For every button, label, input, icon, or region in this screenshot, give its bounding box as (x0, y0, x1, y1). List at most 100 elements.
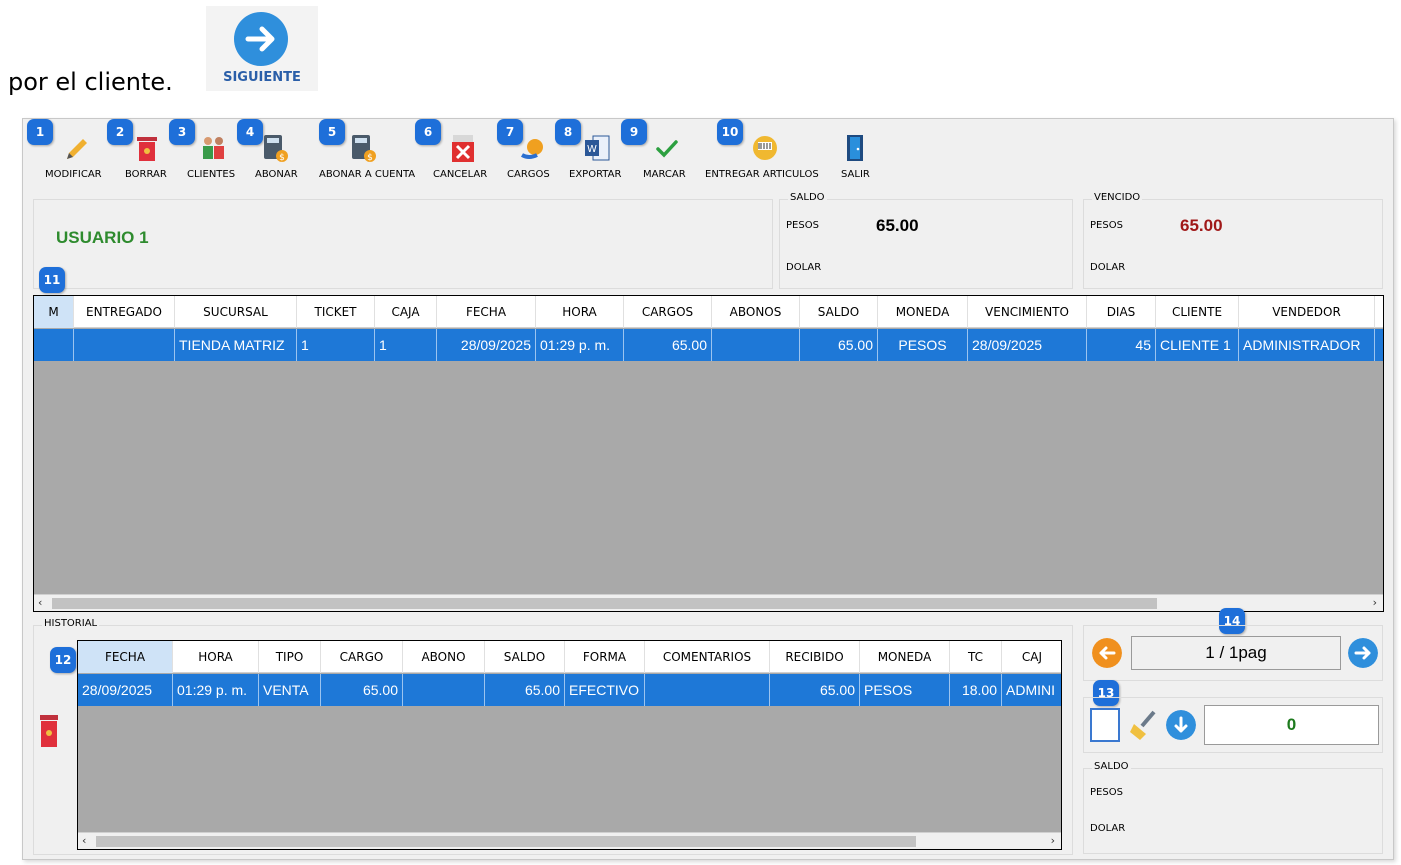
arrow-down-icon[interactable] (1166, 710, 1196, 740)
scroll-right-icon[interactable]: › (1373, 596, 1377, 609)
col-dias[interactable]: DIAS (1087, 296, 1156, 328)
cell-entregado[interactable] (74, 329, 175, 361)
col-saldo[interactable]: SALDO (485, 641, 565, 673)
pencil-icon (67, 139, 87, 159)
cancelar-label: CANCELAR (433, 169, 488, 180)
col-abonos[interactable]: ABONOS (712, 296, 800, 328)
cell-sucursal[interactable]: TIENDA MATRIZ (175, 329, 297, 361)
cell-ticket[interactable]: 1 (297, 329, 375, 361)
saldo-pesos-value: 65.00 (876, 216, 919, 235)
cell-cliente[interactable]: CLIENTE 1 (1156, 329, 1239, 361)
marking-panel: 0 (1083, 697, 1383, 753)
col-saldo[interactable]: SALDO (800, 296, 878, 328)
cell-abonos[interactable] (712, 329, 800, 361)
col-forma[interactable]: FORMA (565, 641, 645, 673)
col-moneda[interactable]: MONEDA (860, 641, 950, 673)
cell-fecha[interactable]: 28/09/2025 (78, 674, 173, 706)
col-hora[interactable]: HORA (536, 296, 624, 328)
delete-history-icon[interactable] (39, 715, 59, 749)
arrow-left-icon[interactable] (1092, 638, 1122, 668)
scroll-thumb[interactable] (52, 598, 1157, 609)
badge-4: 4 (237, 119, 263, 145)
scroll-left-icon[interactable]: ‹ (38, 596, 42, 609)
col-moneda[interactable]: MONEDA (878, 296, 968, 328)
cell-saldo[interactable]: 65.00 (800, 329, 878, 361)
siguiente-button[interactable]: SIGUIENTE (206, 6, 318, 91)
arrow-right-icon[interactable] (1348, 638, 1378, 668)
historial-horizontal-scrollbar[interactable]: ‹ › (78, 832, 1061, 849)
abonar-a-cuenta-label: ABONAR A CUENTA (319, 169, 416, 180)
clientes-button[interactable]: 3 CLIENTES (169, 119, 243, 185)
borrar-button[interactable]: 2 BORRAR (107, 119, 171, 185)
abonar-button[interactable]: 4 $ ABONAR (237, 119, 306, 185)
user-name: USUARIO 1 (56, 228, 149, 247)
badge-9: 9 (621, 119, 647, 145)
abonar-a-cuenta-button[interactable]: 5 $ ABONAR A CUENTA (319, 119, 419, 185)
cargos-button[interactable]: 7 CARGOS (497, 119, 560, 185)
col-m[interactable]: M (34, 296, 74, 328)
entregar-articulos-label: ENTREGAR ARTICULOS (705, 169, 819, 180)
col-abono[interactable]: ABONO (403, 641, 485, 673)
cell-moneda[interactable]: PESOS (860, 674, 950, 706)
col-cargos[interactable]: CARGOS (624, 296, 712, 328)
cell-hora[interactable]: 01:29 p. m. (173, 674, 259, 706)
modificar-button[interactable]: 1 MODIFICAR (27, 119, 111, 185)
col-caj[interactable]: CAJ (1002, 641, 1061, 673)
accounts-grid[interactable]: M ENTREGADO SUCURSAL TICKET CAJA FECHA H… (33, 295, 1384, 612)
col-vencimiento[interactable]: VENCIMIENTO (968, 296, 1087, 328)
cell-caja[interactable]: 1 (375, 329, 437, 361)
cell-comentarios[interactable] (645, 674, 770, 706)
accounts-horizontal-scrollbar[interactable]: ‹ › (34, 594, 1383, 611)
col-sucursal[interactable]: SUCURSAL (175, 296, 297, 328)
cell-fecha[interactable]: 28/09/2025 (437, 329, 536, 361)
cell-recibido[interactable]: 65.00 (770, 674, 860, 706)
col-hora[interactable]: HORA (173, 641, 259, 673)
scroll-right-icon[interactable]: › (1051, 834, 1055, 847)
col-cliente[interactable]: CLIENTE (1156, 296, 1239, 328)
table-row[interactable]: 28/09/2025 01:29 p. m. VENTA 65.00 65.00… (78, 674, 1061, 706)
charges-icon (521, 139, 543, 159)
app-window: 1 MODIFICAR 2 BORRAR 3 CLIENTES 4 $ ABON… (22, 118, 1394, 860)
salir-button[interactable]: SALIR (835, 133, 875, 185)
table-row[interactable]: TIENDA MATRIZ 1 1 28/09/2025 01:29 p. m.… (34, 329, 1383, 361)
entregar-articulos-button[interactable]: 10 ENTREGAR ARTICULOS (705, 119, 823, 185)
cell-tipo[interactable]: VENTA (259, 674, 321, 706)
borrar-label: BORRAR (125, 169, 167, 180)
cell-dias[interactable]: 45 (1087, 329, 1156, 361)
historial-title: HISTORIAL (42, 618, 100, 629)
historial-grid-header: FECHA HORA TIPO CARGO ABONO SALDO FORMA … (78, 641, 1061, 673)
scroll-left-icon[interactable]: ‹ (82, 834, 86, 847)
col-comentarios[interactable]: COMENTARIOS (645, 641, 770, 673)
cell-vencimiento[interactable]: 28/09/2025 (968, 329, 1087, 361)
select-checkbox[interactable] (1090, 708, 1120, 742)
cell-m[interactable] (34, 329, 74, 361)
cell-moneda[interactable]: PESOS (878, 329, 968, 361)
scroll-thumb[interactable] (96, 836, 916, 847)
cell-saldo[interactable]: 65.00 (485, 674, 565, 706)
siguiente-label: SIGUIENTE (223, 70, 301, 85)
cell-vendedor[interactable]: ADMINISTRADOR (1239, 329, 1375, 361)
col-cargo[interactable]: CARGO (321, 641, 403, 673)
cell-caj[interactable]: ADMINI (1002, 674, 1061, 706)
col-tipo[interactable]: TIPO (259, 641, 321, 673)
col-caja[interactable]: CAJA (375, 296, 437, 328)
col-tc[interactable]: TC (950, 641, 1002, 673)
cell-forma[interactable]: EFECTIVO (565, 674, 645, 706)
col-vendedor[interactable]: VENDEDOR (1239, 296, 1375, 328)
cell-hora[interactable]: 01:29 p. m. (536, 329, 624, 361)
cell-tc[interactable]: 18.00 (950, 674, 1002, 706)
exit-door-icon (847, 135, 863, 161)
col-fecha[interactable]: FECHA (437, 296, 536, 328)
cancelar-button[interactable]: 6 CANCELAR (415, 119, 493, 185)
cell-abono[interactable] (403, 674, 485, 706)
marcar-button[interactable]: 9 MARCAR (621, 119, 694, 185)
historial-grid[interactable]: FECHA HORA TIPO CARGO ABONO SALDO FORMA … (77, 640, 1062, 850)
col-fecha[interactable]: FECHA (78, 641, 173, 673)
col-recibido[interactable]: RECIBIDO (770, 641, 860, 673)
col-entregado[interactable]: ENTREGADO (74, 296, 175, 328)
exportar-button[interactable]: 8 W EXPORTAR (555, 119, 627, 185)
cell-cargo[interactable]: 65.00 (321, 674, 403, 706)
broom-icon[interactable] (1128, 708, 1162, 742)
cell-cargos[interactable]: 65.00 (624, 329, 712, 361)
col-ticket[interactable]: TICKET (297, 296, 375, 328)
